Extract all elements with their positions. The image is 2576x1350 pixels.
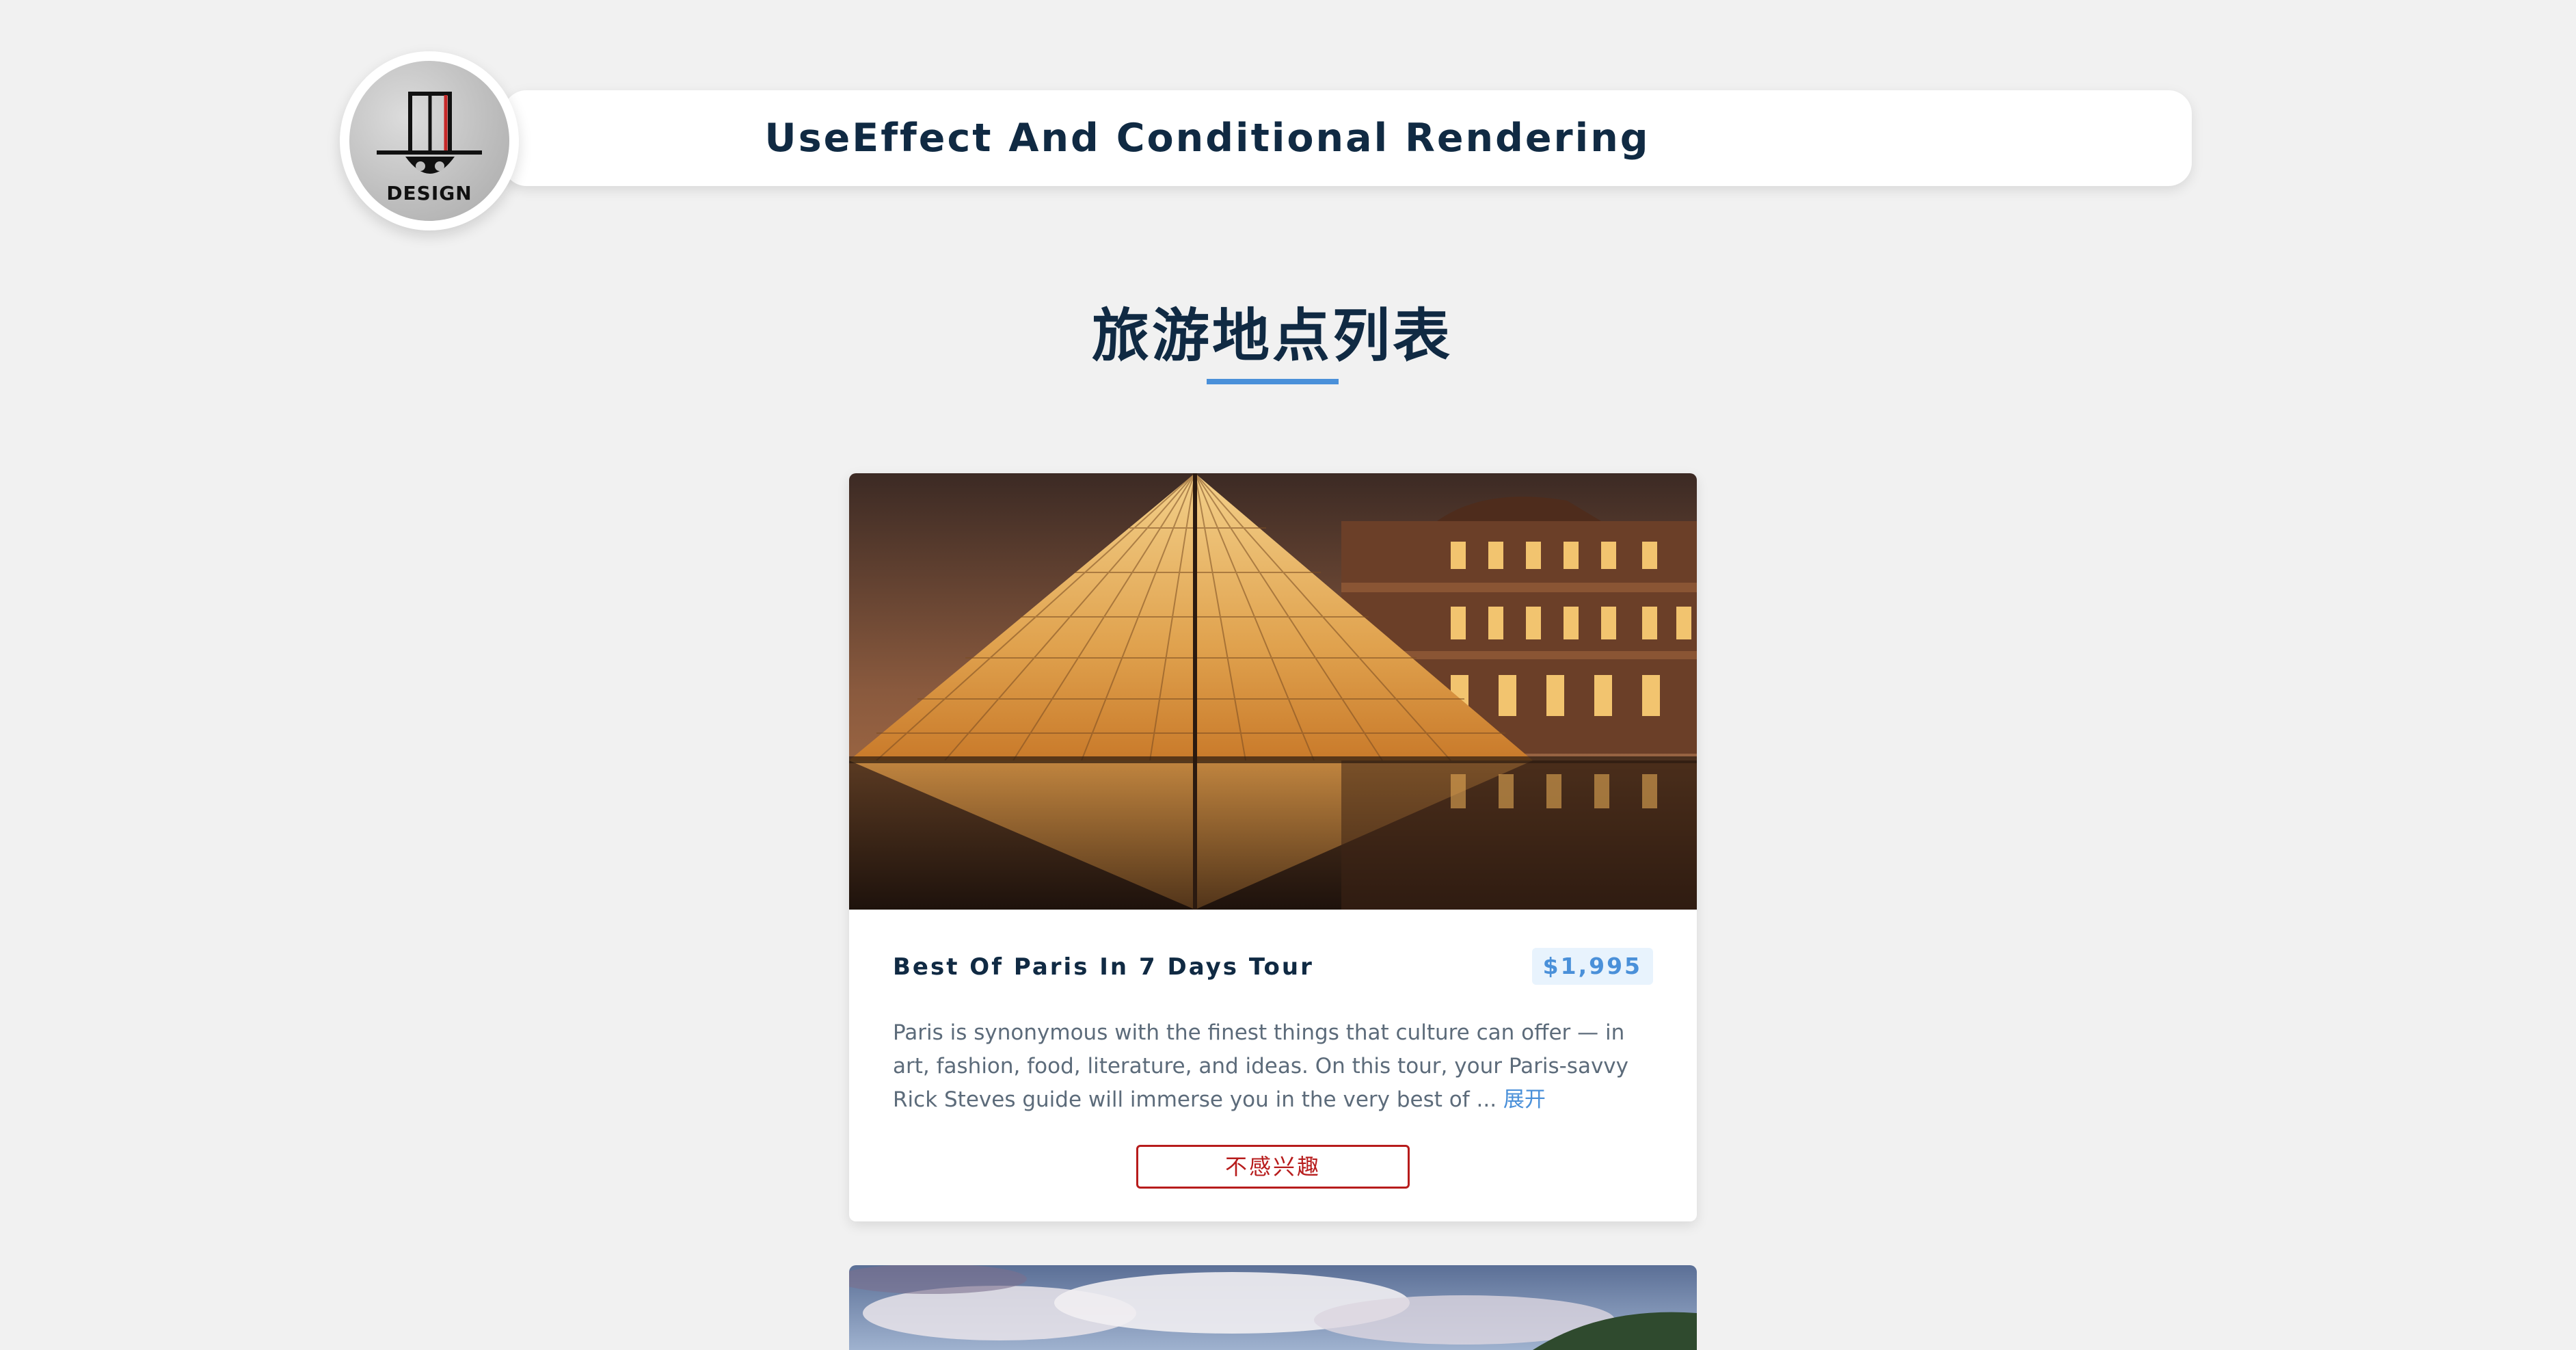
title-underline [1207,379,1339,384]
tour-card-next [849,1265,1697,1350]
tour-card: Best Of Paris In 7 Days Tour $1,995 Pari… [849,473,1697,1221]
read-more-button[interactable]: 展开 [1503,1087,1546,1112]
logo-disc: DESIGN [349,61,509,221]
not-interested-button[interactable]: 不感兴趣 [1136,1145,1410,1189]
app-header: UseEffect And Conditional Rendering [503,90,2192,186]
landscape-sky-photo [849,1265,1697,1350]
tour-description: Paris is synonymous with the finest thin… [893,1016,1653,1117]
design-logo: DESIGN [340,51,519,230]
tour-price: $1,995 [1531,948,1653,985]
logo-text: DESIGN [386,182,472,204]
design-logo-icon: DESIGN [377,92,482,204]
app-title: UseEffect And Conditional Rendering [764,116,1650,161]
section-title: 旅游地点列表 [1091,302,1453,369]
louvre-pyramid-photo [849,473,1697,910]
tour-name: Best Of Paris In 7 Days Tour [893,953,1314,981]
tour-info-row: Best Of Paris In 7 Days Tour $1,995 [893,948,1653,986]
